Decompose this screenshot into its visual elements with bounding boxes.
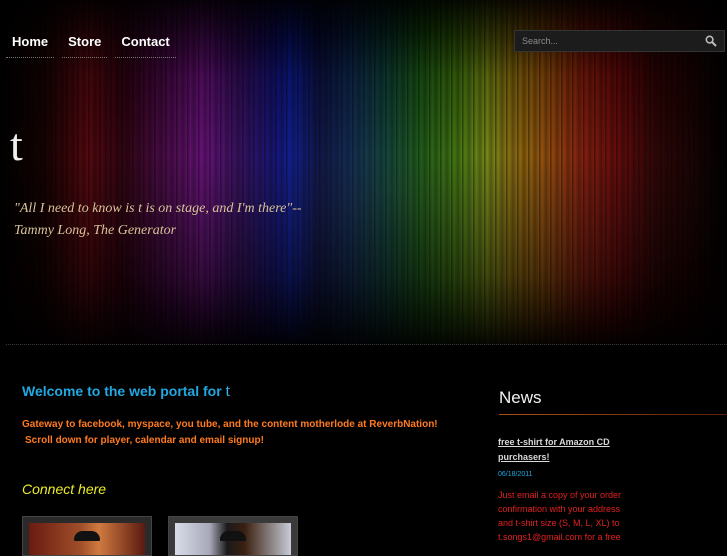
- hat-shape: [220, 531, 246, 541]
- intro-text: Gateway to facebook, myspace, you tube, …: [22, 417, 442, 449]
- search-icon[interactable]: [705, 35, 717, 47]
- welcome-heading: Welcome to the web portal for t: [22, 381, 230, 401]
- news-rule: [499, 414, 727, 415]
- tagline-quote: "All I need to know is t is on stage, an…: [14, 201, 302, 238]
- welcome-name: t: [225, 381, 231, 400]
- welcome-text: Welcome to the web portal for: [22, 383, 226, 399]
- connect-thumbnail[interactable]: [168, 516, 298, 556]
- thumbnail-image: [175, 523, 291, 555]
- news-item-body: Just email a copy of your order confirma…: [498, 490, 622, 542]
- section-divider: [6, 344, 727, 345]
- news-item-date: 06/18/2011: [498, 471, 533, 478]
- nav-home[interactable]: Home: [6, 28, 55, 58]
- connect-thumbnail[interactable]: [22, 516, 152, 556]
- main-nav: Home Store Contact: [6, 28, 176, 58]
- connect-heading: Connect here: [22, 481, 107, 497]
- nav-contact[interactable]: Contact: [115, 28, 176, 58]
- intro-line: Scroll down for player, calendar and ema…: [25, 435, 264, 446]
- news-item-link[interactable]: free t-shirt for Amazon CD purchasers!: [498, 435, 628, 465]
- intro-line: Gateway to facebook, myspace, you tube, …: [22, 419, 438, 430]
- site-title: t: [10, 119, 23, 170]
- search-box: [514, 30, 725, 52]
- top-bar: Home Store Contact: [0, 0, 727, 62]
- search-input[interactable]: [515, 31, 702, 51]
- thumbnail-image: [29, 523, 145, 555]
- hat-shape: [74, 531, 100, 541]
- nav-store[interactable]: Store: [62, 28, 108, 58]
- news-heading: News: [499, 388, 542, 407]
